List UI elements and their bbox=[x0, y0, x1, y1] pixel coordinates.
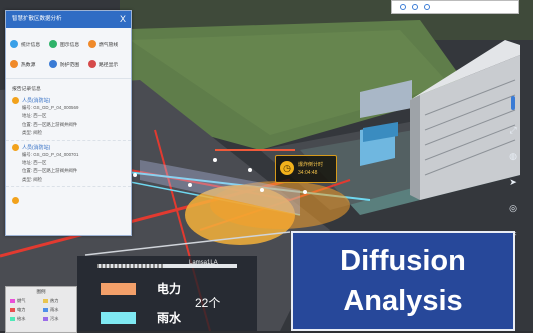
locate-icon[interactable] bbox=[424, 4, 430, 10]
close-button[interactable]: X bbox=[120, 11, 126, 28]
protection-range-button[interactable]: 防护范围 bbox=[49, 60, 88, 68]
gas-icon bbox=[88, 40, 96, 48]
record-name: 人员(消防站) bbox=[22, 144, 51, 151]
statistics-button[interactable]: 统计信息 bbox=[10, 40, 49, 48]
route-icon bbox=[88, 60, 96, 68]
panel-header: 智慧扩散区数据分析 X bbox=[6, 11, 131, 28]
path-display-button[interactable]: 路径显示 bbox=[88, 60, 127, 68]
list-item[interactable] bbox=[6, 187, 131, 213]
overlay-line-2: Analysis bbox=[343, 285, 463, 317]
record-location: 位置: 西一区路上游阀井阀件 bbox=[22, 121, 78, 127]
panel-title: 智慧扩散区数据分析 bbox=[12, 16, 62, 22]
analysis-panel: 智慧扩散区数据分析 X 统计信息 图示信息 燃气管线 热数源 防护范围 路径显示… bbox=[5, 10, 132, 236]
rain-swatch bbox=[101, 312, 136, 324]
overlay-line-1: Diffusion bbox=[340, 245, 466, 277]
record-area: 地址: 西一区 bbox=[22, 113, 47, 119]
pipeline-legend: Lamsa1LA 电力 22个 雨水 bbox=[77, 256, 257, 331]
rain-label: 雨水 bbox=[157, 311, 182, 325]
fullscreen-icon[interactable]: ⤢ bbox=[509, 125, 516, 136]
clock-icon: ◷ bbox=[280, 161, 294, 175]
tool-button-grid: 统计信息 图示信息 燃气管线 热数源 防护范围 路径显示 bbox=[6, 28, 131, 74]
legend-item: 热力 bbox=[43, 298, 72, 304]
measure-icon[interactable] bbox=[412, 4, 418, 10]
list-item[interactable]: 人员(消防站) 编号: GS_GD_P_04_000569 地址: 西一区 位置… bbox=[6, 94, 131, 141]
legend-item: 雨水 bbox=[43, 307, 72, 313]
diagram-button[interactable]: 图示信息 bbox=[49, 40, 88, 48]
electric-swatch bbox=[101, 283, 136, 295]
pipe-count: 22个 bbox=[195, 296, 221, 310]
record-id: 编号: GS_GD_P_04_000701 bbox=[22, 151, 79, 157]
map-top-toolbar bbox=[391, 0, 519, 14]
heat-source-button[interactable]: 热数源 bbox=[10, 60, 49, 68]
legend-item: 燃气 bbox=[10, 298, 39, 304]
record-type: 类型: 阀检 bbox=[22, 130, 43, 136]
gas-pipeline-button[interactable]: 燃气管线 bbox=[88, 40, 127, 48]
record-location: 位置: 西一区路上游阀井阀件 bbox=[22, 168, 78, 174]
globe-icon[interactable]: ◍ bbox=[509, 151, 517, 162]
navigate-icon[interactable]: ➤ bbox=[509, 177, 517, 188]
scale-tag: Lamsa1LA bbox=[189, 260, 218, 266]
legend-item: 电力 bbox=[10, 307, 39, 313]
statistics-icon bbox=[10, 40, 18, 48]
location-pin-icon bbox=[12, 143, 19, 151]
record-area: 地址: 西一区 bbox=[22, 160, 47, 166]
record-id: 编号: GS_GD_P_04_000569 bbox=[22, 105, 79, 110]
map-side-toolbar: ⤢ ◍ ➤ ◎ ✂ bbox=[505, 96, 521, 240]
zoom-slider[interactable] bbox=[511, 96, 515, 110]
heat-icon bbox=[10, 60, 18, 68]
location-pin-icon bbox=[12, 97, 19, 104]
layer-icon[interactable] bbox=[400, 4, 406, 10]
target-icon[interactable]: ◎ bbox=[509, 203, 517, 214]
legend-item: 给水 bbox=[10, 316, 39, 322]
record-name: 人员(消防站) bbox=[22, 98, 51, 104]
electric-label: 电力 bbox=[157, 282, 182, 296]
section-title: 报告记录信息 bbox=[6, 78, 131, 94]
location-pin-icon bbox=[12, 197, 19, 205]
countdown-marker[interactable]: ◷ 爆炸倒计时 34:04:48 bbox=[275, 155, 337, 183]
mini-legend-title: 图例 bbox=[36, 289, 46, 294]
shield-icon bbox=[49, 60, 57, 68]
list-item[interactable]: 人员(消防站) 编号: GS_GD_P_04_000701 地址: 西一区 位置… bbox=[6, 141, 131, 188]
record-type: 类型: 阀检 bbox=[22, 176, 43, 182]
legend-item: 污水 bbox=[43, 316, 72, 322]
diagram-icon bbox=[49, 40, 57, 48]
mini-legend: 图例 燃气 热力 电力 雨水 给水 污水 bbox=[5, 286, 77, 333]
countdown-title: 爆炸倒计时 bbox=[298, 162, 324, 168]
diffusion-analysis-label: Diffusion Analysis bbox=[291, 231, 515, 331]
countdown-time: 34:04:48 bbox=[298, 170, 318, 176]
